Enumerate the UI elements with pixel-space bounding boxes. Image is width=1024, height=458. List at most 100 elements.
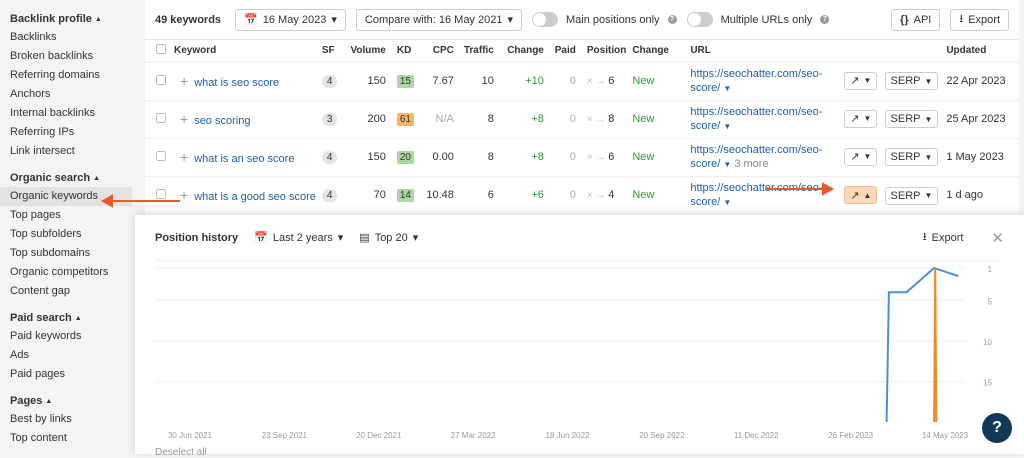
sidebar-item[interactable]: Top subfolders xyxy=(0,225,140,244)
add-keyword-icon[interactable]: + xyxy=(180,73,188,89)
serp-button[interactable]: SERP ▼ xyxy=(884,186,939,205)
col-paid[interactable]: Paid xyxy=(547,40,579,62)
url-link[interactable]: https://seochatter.com/seo-score/ xyxy=(690,106,822,132)
position-chart-button[interactable]: ↗ ▲ xyxy=(844,186,878,204)
export-label: Export xyxy=(968,13,1000,26)
sidebar-item[interactable]: Referring domains xyxy=(0,66,140,85)
sidebar-item[interactable]: Paid pages xyxy=(0,365,140,384)
sidebar-item[interactable]: Organic competitors xyxy=(0,263,140,282)
chevron-down-icon[interactable]: ▼ xyxy=(723,198,731,207)
serp-button[interactable]: SERP ▼ xyxy=(884,110,939,129)
row-checkbox[interactable] xyxy=(156,112,166,123)
range-dropdown[interactable]: 📅 Last 2 years ▾ xyxy=(254,231,343,245)
col-updated[interactable]: Updated xyxy=(943,40,1019,62)
chevron-down-icon: ▼ xyxy=(863,76,872,86)
more-urls[interactable]: 3 more xyxy=(734,158,768,170)
position-chart-button[interactable]: ↗ ▼ xyxy=(844,71,878,90)
sidebar-section-1[interactable]: Organic search ▲ xyxy=(0,169,140,187)
serp-button[interactable]: SERP ▼ xyxy=(884,72,939,91)
x-tick-label: 18 Jun 2022 xyxy=(545,431,590,440)
sidebar-item[interactable]: Ads xyxy=(0,346,140,365)
help-icon[interactable]: ? xyxy=(820,15,830,24)
sidebar-item[interactable]: Paid keywords xyxy=(0,327,140,346)
sidebar-section-title: Backlink profile xyxy=(10,13,92,25)
sidebar-item[interactable]: Anchors xyxy=(0,85,140,104)
col-change[interactable]: Change xyxy=(497,40,547,62)
keyword-link[interactable]: seo scoring xyxy=(194,115,250,127)
keyword-link[interactable]: what is a good seo score xyxy=(194,191,316,203)
row-checkbox[interactable] xyxy=(156,74,166,85)
col-volume[interactable]: Volume xyxy=(343,40,389,62)
add-keyword-icon[interactable]: + xyxy=(180,149,188,165)
sidebar-section-0[interactable]: Backlink profile ▲ xyxy=(0,10,140,28)
sf-badge[interactable]: 4 xyxy=(321,74,338,88)
add-keyword-icon[interactable]: + xyxy=(180,111,188,127)
chevron-down-icon[interactable]: ▼ xyxy=(723,84,731,93)
position-history-title: Position history xyxy=(155,231,239,244)
sidebar-item[interactable]: Top pages xyxy=(0,206,140,225)
main-positions-toggle[interactable] xyxy=(532,12,558,27)
sidebar-item[interactable]: Organic keywords xyxy=(0,187,132,206)
url-cell: https://seochatter.com/seo-score/ ▼ xyxy=(690,67,838,96)
sidebar-item[interactable]: Backlinks xyxy=(0,28,140,47)
keyword-link[interactable]: what is seo score xyxy=(194,77,279,89)
sidebar-item[interactable]: Content gap xyxy=(0,282,140,301)
sidebar-item[interactable]: Top content xyxy=(0,429,140,448)
col-sf[interactable]: SF xyxy=(319,40,343,62)
table-row: + what is an seo score 4 150 20 0.00 8 +8… xyxy=(145,137,1019,176)
sf-badge[interactable]: 3 xyxy=(321,112,338,126)
sf-badge[interactable]: 4 xyxy=(321,188,338,202)
api-button[interactable]: {} API xyxy=(891,8,941,31)
col-cpc[interactable]: CPC xyxy=(423,40,457,62)
row-checkbox[interactable] xyxy=(156,188,166,199)
table-row: + seo scoring 3 200 61 N/A 8 +8 0 × → 8 N… xyxy=(145,99,1019,138)
col-change2[interactable]: Change xyxy=(629,40,687,62)
multiple-urls-toggle[interactable] xyxy=(686,12,713,27)
col-url[interactable]: URL xyxy=(687,40,841,62)
keyword-link[interactable]: what is an seo score xyxy=(194,153,294,165)
compare-picker[interactable]: Compare with: 16 May 2021 ▾ xyxy=(355,8,522,31)
sidebar-item[interactable]: Top subdomains xyxy=(0,244,140,263)
sidebar-item[interactable]: Referring IPs xyxy=(0,123,140,142)
deselect-all-link[interactable]: Deselect all xyxy=(155,447,207,458)
help-button[interactable]: ? xyxy=(982,413,1012,443)
close-icon[interactable]: ✕ xyxy=(991,229,1004,247)
position-chart-button[interactable]: ↗ ▼ xyxy=(844,147,878,166)
chevron-down-icon[interactable]: ▼ xyxy=(723,160,731,169)
url-link[interactable]: https://seochatter.com/seo-score/ xyxy=(690,68,822,94)
history-export-button[interactable]: ⭳ Export xyxy=(923,228,964,247)
x-tick-label: 30 Jun 2021 xyxy=(168,431,213,440)
sidebar-item[interactable]: Broken backlinks xyxy=(0,47,140,66)
col-position[interactable]: Position xyxy=(579,40,629,62)
top-dropdown[interactable]: ▤ Top 20 ▾ xyxy=(359,231,418,245)
chevron-down-icon: ▼ xyxy=(863,152,872,162)
date-picker[interactable]: 📅 16 May 2023 ▾ xyxy=(235,8,346,31)
position-chart-button[interactable]: ↗ ▼ xyxy=(844,109,878,128)
chevron-down-icon: ▼ xyxy=(924,152,933,162)
col-keyword[interactable]: Keyword xyxy=(171,40,319,62)
chevron-down-icon[interactable]: ▼ xyxy=(723,122,731,131)
sidebar-section-2[interactable]: Paid search ▲ xyxy=(0,309,140,327)
col-traffic[interactable]: Traffic xyxy=(457,40,497,62)
sidebar-item[interactable]: Internal backlinks xyxy=(0,104,140,123)
serp-label: SERP xyxy=(890,75,921,88)
select-all-checkbox[interactable] xyxy=(156,44,166,55)
api-label: API xyxy=(913,13,932,26)
sidebar-item[interactable]: Link intersect xyxy=(0,142,140,161)
help-icon[interactable]: ? xyxy=(667,15,677,24)
sf-badge[interactable]: 4 xyxy=(321,150,338,164)
sidebar-section-3[interactable]: Pages ▲ xyxy=(0,392,140,410)
export-button[interactable]: ⭳ Export xyxy=(950,8,1009,31)
sidebar-item[interactable]: Best by links xyxy=(0,410,140,429)
row-checkbox[interactable] xyxy=(156,150,166,161)
history-export-label: Export xyxy=(931,231,964,244)
url-cell: https://seochatter.com/seo-score/ ▼ xyxy=(690,181,838,210)
x-tick-label: 20 Dec 2021 xyxy=(356,431,402,440)
add-keyword-icon[interactable]: + xyxy=(180,187,188,203)
serp-label: SERP xyxy=(890,189,921,202)
kd-badge: 15 xyxy=(396,74,414,88)
serp-button[interactable]: SERP ▼ xyxy=(884,148,939,167)
sidebar-section-title: Paid search xyxy=(10,312,72,324)
col-kd[interactable]: KD xyxy=(389,40,423,62)
url-link[interactable]: https://seochatter.com/seo-score/ xyxy=(690,182,822,208)
